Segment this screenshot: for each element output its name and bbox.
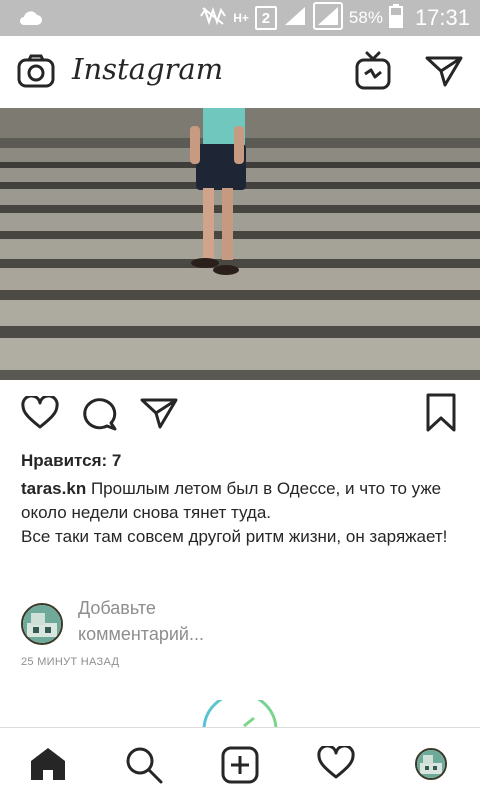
caption-username[interactable]: taras.kn [21,479,86,498]
signal-icon [283,5,307,31]
caption-text-2: Все таки там совсем другой ритм жизни, о… [21,527,448,546]
like-icon[interactable] [21,394,59,434]
clock: 17:31 [414,5,470,30]
sim-slot-badge: 2 [254,6,277,30]
network-type: H+ [233,10,249,25]
post-caption: taras.kn Прошлым летом был в Одессе, и ч… [21,477,466,549]
comment-icon[interactable] [81,396,119,436]
instagram-logo: Instagram [72,52,224,86]
search-icon[interactable] [125,746,163,788]
comment-input[interactable]: Добавьте комментарий... [78,595,278,647]
bottom-navigation [0,727,480,801]
bookmark-icon[interactable] [425,393,457,437]
likes-count[interactable]: Нравится: 7 [21,451,121,471]
battery-percent: 58% [348,8,383,27]
cloud-icon [18,9,42,31]
new-post-icon[interactable] [221,746,259,788]
camera-icon[interactable] [17,54,55,92]
status-bar: H+ 2 58% 17:31 [0,0,480,36]
post-actions [0,388,480,438]
igtv-icon[interactable] [354,51,392,95]
mute-icon [199,6,227,30]
home-icon[interactable] [29,746,67,786]
avatar [21,603,63,645]
profile-avatar[interactable] [415,748,447,780]
direct-message-icon[interactable] [425,54,463,92]
post-photo[interactable] [0,108,480,380]
activity-icon[interactable] [317,744,355,784]
battery-icon [388,4,403,32]
signal-icon-2 [312,2,343,34]
add-comment-row: Добавьте комментарий... [21,598,461,653]
share-icon[interactable] [140,396,178,434]
post-timestamp: 25 МИНУТ НАЗАД [21,656,120,668]
app-header: Instagram [0,36,480,108]
